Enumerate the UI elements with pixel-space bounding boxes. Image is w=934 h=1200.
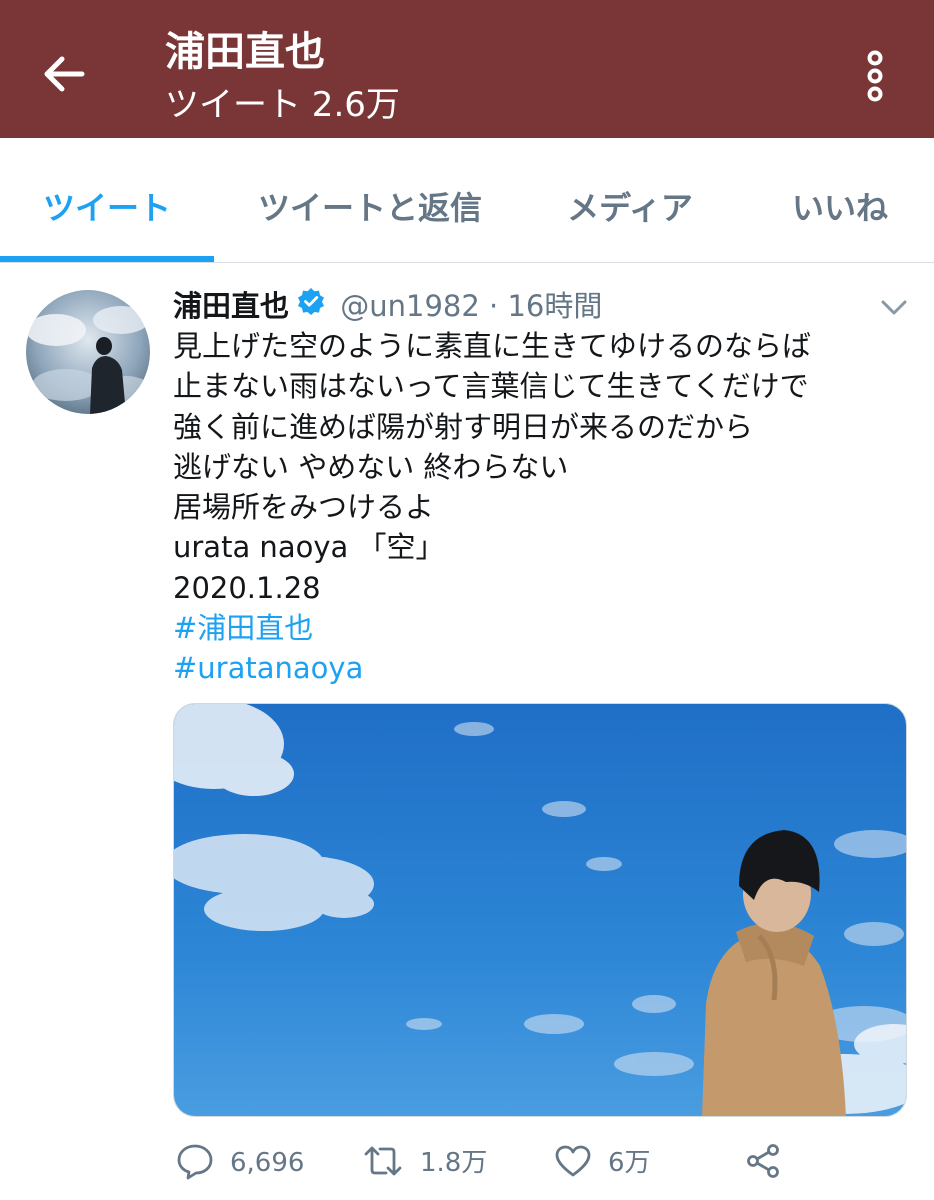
tweet-body: 見上げた空のように素直に生きてゆけるのならば 止まない雨はないって言葉信じて生き…: [173, 326, 893, 689]
tweet-text-line: 逃げない やめない 終わらない: [173, 449, 569, 484]
tweet-header: 浦田直也 @un1982 · 16時間: [173, 284, 602, 328]
back-button[interactable]: [34, 44, 94, 104]
more-vertical-icon: [867, 50, 883, 102]
like-count: 6万: [608, 1148, 651, 1178]
hashtag-link[interactable]: #浦田直也: [173, 608, 893, 648]
tab-likes[interactable]: いいね: [770, 138, 910, 262]
tweet-text-line: 2020.1.28: [173, 570, 321, 605]
tweet-photo[interactable]: [173, 703, 907, 1117]
active-tab-indicator: [0, 256, 214, 262]
more-options-button[interactable]: [855, 46, 895, 106]
tweet-text-line: 居場所をみつけるよ: [173, 490, 435, 525]
tab-media[interactable]: メディア: [540, 138, 720, 262]
tab-tweets[interactable]: ツイート: [0, 138, 214, 262]
share-button[interactable]: [744, 1138, 782, 1188]
tweet-options-button[interactable]: [876, 292, 912, 322]
tweet-author-name[interactable]: 浦田直也: [173, 289, 289, 323]
tweet-text-line: urata naoya 「空」: [173, 530, 445, 565]
avatar[interactable]: [26, 290, 150, 414]
tweet-text-line: 強く前に進めば陽が射す明日が来るのだから: [173, 409, 754, 444]
tab-tweets-and-replies[interactable]: ツイートと返信: [230, 138, 510, 262]
retweet-button[interactable]: 1.8万: [362, 1138, 487, 1188]
tweet-handle[interactable]: @un1982: [340, 289, 480, 323]
reply-icon: [177, 1144, 213, 1179]
profile-name-title: 浦田直也: [165, 29, 325, 75]
profile-tabs: ツイート ツイートと返信 メディア いいね: [0, 138, 934, 263]
arrow-left-icon: [44, 56, 85, 92]
like-button[interactable]: 6万: [554, 1138, 651, 1188]
tweet-text-line: 見上げた空のように素直に生きてゆけるのならば: [173, 329, 812, 363]
dot-separator: ·: [489, 289, 499, 323]
chevron-down-icon: [881, 300, 907, 315]
share-icon: [747, 1143, 779, 1178]
tweet-timestamp[interactable]: 16時間: [507, 289, 602, 323]
reply-button[interactable]: 6,696: [176, 1138, 304, 1188]
retweet-icon: [364, 1146, 402, 1175]
profile-header: 浦田直也 ツイート 2.6万: [0, 0, 934, 138]
retweet-count: 1.8万: [420, 1148, 488, 1178]
hashtag-link[interactable]: #uratanaoya: [173, 648, 893, 688]
verified-badge-icon: [297, 283, 325, 327]
heart-icon: [555, 1145, 591, 1176]
tweet-actions: 6,696 1.8万 6万: [0, 1138, 934, 1188]
tweet-text-line: 止まない雨はないって言葉信じて生きてくだけで: [173, 369, 809, 404]
tweet-count: ツイート 2.6万: [165, 85, 400, 125]
reply-count: 6,696: [230, 1148, 305, 1178]
